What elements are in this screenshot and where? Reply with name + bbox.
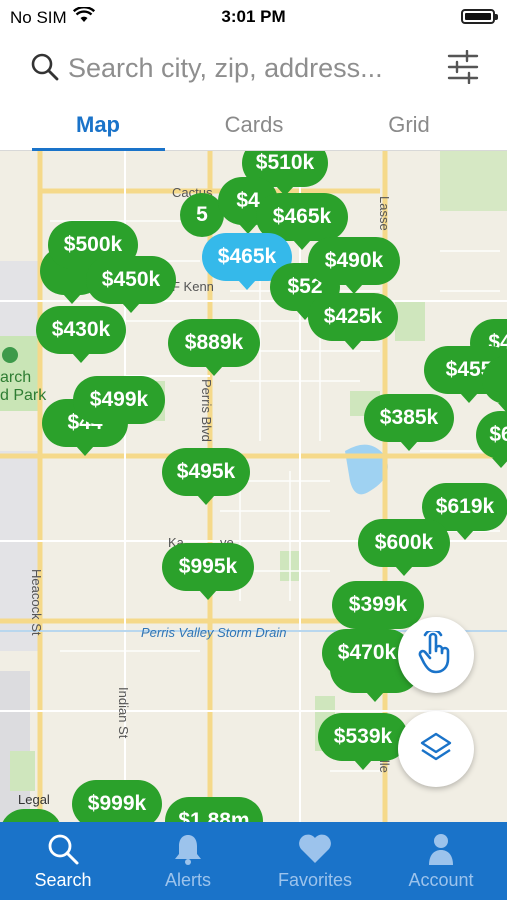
map-label-storm-drain: Perris Valley Storm Drain [141, 625, 287, 640]
park-icon [2, 347, 18, 363]
price-pin[interactable]: $539k [318, 713, 408, 770]
nav-search[interactable]: Search [0, 822, 126, 900]
map-label-indian: Indian St [116, 687, 131, 739]
price-pin[interactable]: $385k [364, 394, 454, 451]
tab-grid[interactable]: Grid [344, 112, 474, 138]
search-input[interactable] [68, 50, 428, 86]
price-pin[interactable]: $995k [162, 543, 254, 600]
layers-icon [419, 731, 453, 768]
bell-icon [173, 832, 203, 868]
price-pin[interactable]: $600k [358, 519, 450, 576]
price-pin[interactable]: $1.88m [165, 797, 263, 822]
map-view[interactable]: Cactus F Kenn Perris Blvd Lasse arch d P… [0, 151, 507, 822]
price-pin[interactable]: $425k [308, 293, 398, 350]
tab-map[interactable]: Map [33, 112, 163, 138]
nav-alerts-label: Alerts [164, 870, 211, 890]
nav-alerts[interactable]: Alerts [125, 822, 251, 900]
person-icon [426, 832, 456, 868]
price-pin[interactable]: $999k [72, 780, 162, 822]
battery-icon [461, 9, 498, 24]
status-time: 3:01 PM [221, 7, 286, 26]
map-label-heacock: Heacock St [29, 569, 44, 636]
price-pin[interactable]: $450k [86, 256, 176, 313]
price-pin[interactable]: $495k [162, 448, 250, 505]
nav-account-label: Account [408, 870, 474, 890]
nav-favorites-label: Favorites [277, 870, 353, 890]
search-icon [46, 832, 80, 868]
view-tabs: Map Cards Grid [0, 98, 507, 151]
price-pin[interactable]: $889k [168, 319, 260, 376]
map-layers-button[interactable] [398, 711, 474, 787]
map-label-perris-blvd: Perris Blvd [199, 379, 214, 442]
price-pin[interactable]: $430k [36, 306, 126, 363]
nav-account[interactable]: Account [378, 822, 504, 900]
price-pin[interactable]: $499k [73, 376, 165, 433]
filter-sliders-icon[interactable] [447, 49, 479, 89]
search-bar [0, 38, 507, 98]
price-pin[interactable]: $399k [332, 581, 424, 638]
tab-cards[interactable]: Cards [189, 112, 319, 138]
draw-search-button[interactable] [398, 617, 474, 693]
search-icon [30, 52, 60, 87]
map-label-park: arch d Park [0, 369, 47, 404]
price-pin[interactable]: $490k [308, 237, 400, 294]
nav-favorites[interactable]: Favorites [252, 822, 378, 900]
map-label-lasse: Lasse [377, 196, 392, 231]
status-bar: No SIM 3:01 PM [0, 0, 507, 34]
map-legal-link[interactable]: Legal [18, 792, 50, 807]
bottom-nav: Search Alerts Favorites Account [0, 822, 507, 900]
heart-icon [297, 832, 333, 868]
map-label-kenn: F Kenn [172, 279, 214, 294]
nav-search-label: Search [34, 870, 92, 890]
hand-pointer-icon [416, 628, 456, 680]
